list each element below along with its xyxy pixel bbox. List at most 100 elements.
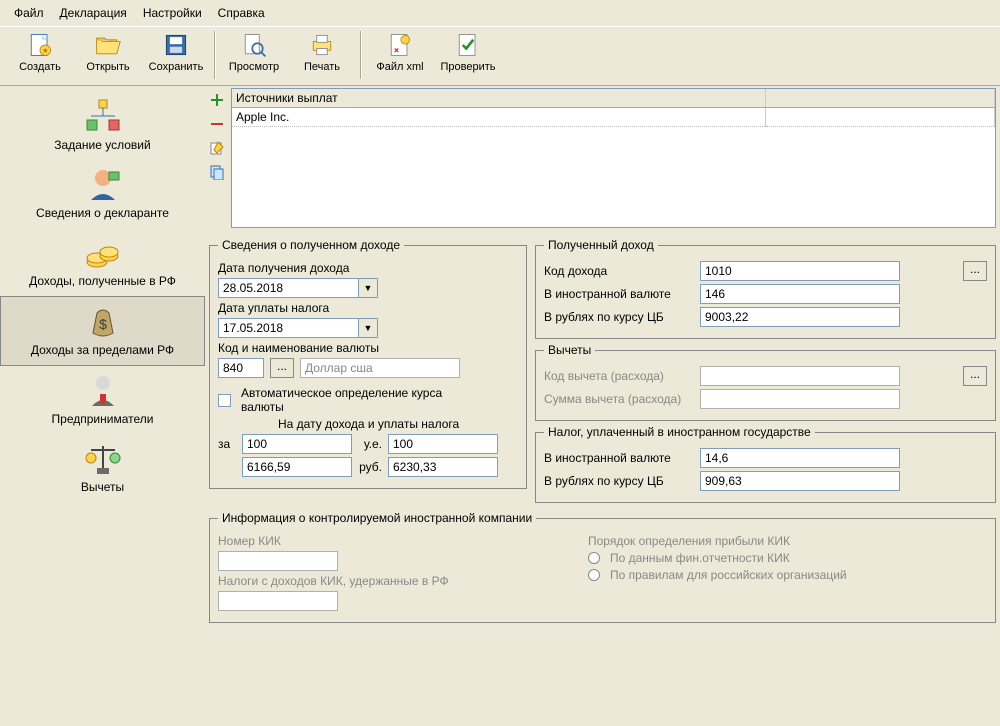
rate-za-input[interactable] [242, 434, 352, 454]
deductions-fieldset: Вычеты Код вычета (расхода) ... Сумма вы… [535, 343, 996, 421]
received-income-fieldset: Полученный доход Код дохода ... В иностр… [535, 238, 996, 339]
main-toolbar: ★ Создать Открыть Сохранить Просмотр Печ… [0, 26, 1000, 86]
remove-row-button[interactable] [207, 114, 227, 134]
check-file-icon [454, 31, 482, 59]
edit-row-button[interactable] [207, 138, 227, 158]
coins-icon [83, 234, 123, 272]
income-rub-input[interactable] [700, 307, 900, 327]
income-foreign-label: В иностранной валюте [544, 287, 694, 301]
mini-toolbar [205, 86, 229, 186]
check-button[interactable]: Проверить [434, 31, 502, 83]
rate-rub2-input[interactable] [388, 457, 498, 477]
print-label: Печать [304, 61, 340, 73]
foreign-tax-rub-input[interactable] [700, 471, 900, 491]
kik-order-label: Порядок определения прибыли КИК [588, 534, 790, 548]
grid-header-row: Источники выплат [232, 89, 995, 108]
date-recv-input-wrap: ▼ [218, 278, 378, 298]
income-info-fieldset: Сведения о полученном доходе Дата получе… [209, 238, 527, 489]
menu-file[interactable]: Файл [8, 4, 50, 22]
currency-name-field [300, 358, 460, 378]
svg-text:$: $ [99, 316, 107, 332]
kik-radio-1[interactable] [588, 552, 600, 564]
date-recv-dropdown[interactable]: ▼ [358, 278, 378, 298]
income-foreign-input[interactable] [700, 284, 900, 304]
grid-header-sources: Источники выплат [232, 89, 766, 108]
minus-icon [209, 116, 225, 132]
save-label: Сохранить [149, 61, 204, 73]
floppy-icon [162, 31, 190, 59]
create-label: Создать [19, 61, 61, 73]
open-label: Открыть [86, 61, 129, 73]
auto-rate-checkbox[interactable] [218, 394, 231, 407]
rate-ue-input[interactable] [388, 434, 498, 454]
currency-label: Код и наименование валюты [218, 341, 379, 355]
new-file-icon: ★ [26, 31, 54, 59]
kik-num-label: Номер КИК [218, 534, 281, 548]
menu-settings[interactable]: Настройки [137, 4, 208, 22]
copy-row-button[interactable] [207, 162, 227, 182]
kik-radio-2-label: По правилам для российских организаций [610, 568, 847, 582]
toolbar-separator [360, 31, 362, 79]
kik-radio-1-label: По данным фин.отчетности КИК [610, 551, 790, 565]
conditions-icon [83, 98, 123, 136]
nav-entrepreneurs[interactable]: Предприниматели [0, 366, 205, 434]
rub-label: руб. [358, 460, 382, 474]
foreign-tax-foreign-input[interactable] [700, 448, 900, 468]
open-button[interactable]: Открыть [74, 31, 142, 83]
kik-fieldset: Информация о контролируемой иностранной … [209, 511, 996, 623]
currency-lookup-button[interactable]: ... [270, 358, 294, 378]
kik-legend: Информация о контролируемой иностранной … [218, 511, 536, 525]
nav-declarant[interactable]: Сведения о декларанте [0, 160, 205, 228]
magnifier-page-icon [240, 31, 268, 59]
date-recv-input[interactable] [218, 278, 358, 298]
date-tax-dropdown[interactable]: ▼ [358, 318, 378, 338]
sources-grid[interactable]: Источники выплат Apple Inc. [231, 88, 996, 228]
add-row-button[interactable] [207, 90, 227, 110]
kik-radio-2[interactable] [588, 569, 600, 581]
edit-icon [209, 140, 225, 156]
income-code-lookup-button[interactable]: ... [963, 261, 987, 281]
deduct-sum-input [700, 389, 900, 409]
xml-button[interactable]: Файл xml [366, 31, 434, 83]
scale-icon [83, 440, 123, 478]
print-button[interactable]: Печать [288, 31, 356, 83]
rate-rub1-input[interactable] [242, 457, 352, 477]
folder-open-icon [94, 31, 122, 59]
deductions-legend: Вычеты [544, 343, 595, 357]
businessman-icon [83, 372, 123, 410]
deduct-code-lookup-button[interactable]: ... [963, 366, 987, 386]
nav-conditions[interactable]: Задание условий [0, 92, 205, 160]
kik-num-input [218, 551, 338, 571]
xml-label: Файл xml [376, 61, 423, 73]
plus-icon [209, 92, 225, 108]
grid-cell-source: Apple Inc. [232, 108, 766, 127]
preview-button[interactable]: Просмотр [220, 31, 288, 83]
currency-code-input[interactable] [218, 358, 264, 378]
grid-row[interactable]: Apple Inc. [232, 108, 995, 127]
forms-area: Сведения о полученном доходе Дата получе… [205, 234, 1000, 726]
za-label: за [218, 437, 236, 451]
income-code-input[interactable] [700, 261, 900, 281]
auto-rate-label: Автоматическое определение курса валюты [241, 386, 481, 414]
deduct-sum-label: Сумма вычета (расхода) [544, 392, 694, 406]
nav-conditions-label: Задание условий [54, 138, 150, 152]
nav-income-rf[interactable]: Доходы, полученные в РФ [0, 228, 205, 296]
create-button[interactable]: ★ Создать [6, 31, 74, 83]
date-tax-input[interactable] [218, 318, 358, 338]
money-bag-icon: $ [83, 303, 123, 341]
menu-declaration[interactable]: Декларация [54, 4, 133, 22]
printer-icon [308, 31, 336, 59]
toolbar-separator [214, 31, 216, 79]
content-area: Задание условий Сведения о декларанте До… [0, 86, 1000, 726]
save-button[interactable]: Сохранить [142, 31, 210, 83]
nav-deductions[interactable]: Вычеты [0, 434, 205, 502]
income-code-label: Код дохода [544, 264, 694, 278]
nav-income-foreign[interactable]: $ Доходы за пределами РФ [0, 296, 205, 366]
foreign-tax-legend: Налог, уплаченный в иностранном государс… [544, 425, 815, 439]
copy-icon [209, 164, 225, 180]
income-rub-label: В рублях по курсу ЦБ [544, 310, 694, 324]
deduct-code-input [700, 366, 900, 386]
foreign-tax-fieldset: Налог, уплаченный в иностранном государс… [535, 425, 996, 503]
menu-help[interactable]: Справка [212, 4, 271, 22]
foreign-tax-rub-label: В рублях по курсу ЦБ [544, 474, 694, 488]
